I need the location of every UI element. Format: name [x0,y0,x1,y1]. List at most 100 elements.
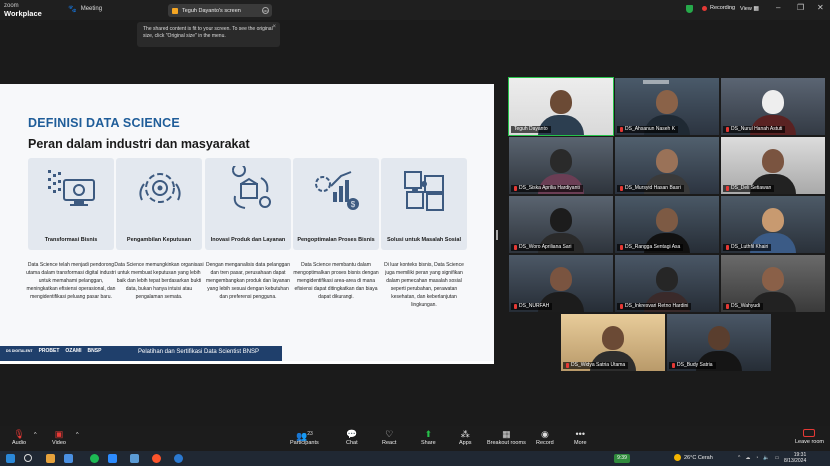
slide-footer-text: Pelatihan dan Sertifikasi Data Scientist… [138,349,260,355]
screen-share-indicator[interactable]: Teguh Dayanto's screen ••• [168,4,272,17]
more-options-icon[interactable]: ••• [262,7,269,14]
meeting-info-button[interactable]: 🐾 Meeting [68,5,102,13]
video-tile[interactable]: DS_Woro Apriliana Sari [509,196,613,253]
apps-button[interactable]: ⁂ Apps [459,429,472,446]
participant-face [550,208,572,232]
file-explorer-icon[interactable] [46,454,55,463]
share-button[interactable]: ⬆ Share [421,429,436,446]
muted-mic-icon [514,304,517,309]
record-button[interactable]: ◉ Record [536,429,554,446]
paw-icon: 🐾 [68,6,77,13]
video-button[interactable]: ▣ Video [52,429,66,446]
muted-mic-icon [672,363,675,368]
video-tile[interactable]: DS_Mursyid Hasan Basri [615,137,719,194]
video-tile[interactable]: DS_Inkresvari Retno Hardini [615,255,719,312]
card-description: Dengan menganalisis data pelanggan dan t… [206,262,290,300]
muted-mic-icon [566,363,569,368]
participant-name: DS_Luthfil Khairi [723,244,772,251]
card-pengambilan-keputusan: Pengambilan Keputusan [116,158,202,250]
video-tile[interactable]: DS_Widya Satria Utama [561,314,665,371]
participant-name: DS_Deli Setiawan [723,185,775,192]
wifi-icon[interactable]: ◔ [755,455,758,461]
taskbar-counter-badge[interactable]: 9:39 [614,454,630,463]
minimize-button[interactable]: – [776,3,780,12]
participant-name: DS_NURFAH [511,303,553,310]
security-shield-icon[interactable] [686,5,693,13]
decision-gears-icon [139,173,181,203]
video-tile[interactable]: DS_Siska Aprilia Hardiyanti [509,137,613,194]
video-tile[interactable]: DS_Budy Satria [667,314,771,371]
view-grid-icon: ▦ [753,6,760,12]
title-bar: zoom Workplace 🐾 Meeting Teguh Dayanto's… [0,0,830,20]
share-screen-icon: ⬆ [424,429,433,439]
restore-button[interactable]: ❐ [797,3,804,12]
spotify-icon[interactable] [90,454,99,463]
audio-button[interactable]: 🎙 Audio [12,429,26,446]
partner-logos: DS DIGITALENT PROBET OZAMI BNSP [6,348,101,354]
video-tile[interactable]: DS_Deli Setiawan [721,137,825,194]
recording-indicator[interactable]: Recording [702,5,735,11]
view-button[interactable]: View ▦ [740,5,759,12]
muted-mic-icon [726,304,729,309]
browser-icon[interactable] [174,454,183,463]
notice-close-icon[interactable]: × [272,24,276,31]
participants-button[interactable]: 👥23 Participants [290,429,319,446]
video-tile[interactable]: DS_Wahyudi [721,255,825,312]
zoom-window: zoom Workplace 🐾 Meeting Teguh Dayanto's… [0,0,830,466]
battery-icon[interactable]: ▭ [775,455,780,461]
camera-off-icon: ▣ [54,429,64,439]
participant-face [656,267,678,291]
panel-resize-handle[interactable] [496,230,498,240]
sun-icon [674,454,681,461]
card-label: Pengambilan Keputusan [126,237,192,243]
brave-browser-icon[interactable] [152,454,161,463]
card-description: Data Science telah menjadi pendorong uta… [26,262,116,300]
clock-date: 8/13/2024 [784,458,807,464]
windows-taskbar: 9:39 26°C Cerah ^ ☁ ◔ 🔈 ▭ 19:31 8/13/202… [0,451,830,466]
taskbar-clock[interactable]: 19:31 8/13/2024 [784,452,806,464]
muted-mic-icon [726,245,729,250]
zoom-app-icon[interactable] [108,454,117,463]
more-button[interactable]: ••• More [574,429,587,446]
participant-name: Teguh Dayanto [511,126,551,133]
slide-title: DEFINISI DATA SCIENCE [28,116,180,130]
meeting-label: Meeting [80,6,103,12]
innovation-box-icon [232,166,271,209]
chevron-up-icon[interactable]: ^ [738,455,740,461]
notice-text: The shared content is fit to your screen… [143,26,273,39]
muted-mic-icon [514,245,517,250]
video-tile[interactable]: DS_Nurul Hanah Astuti [721,78,825,135]
breakout-label: Breakout rooms [487,440,526,446]
process-optimization-icon: $ [315,171,359,210]
participant-name: DS_Siska Aprilia Hardiyanti [511,185,583,192]
search-icon[interactable] [24,454,32,462]
volume-icon[interactable]: 🔈 [763,455,769,461]
video-tile[interactable]: Teguh Dayanto [508,77,614,136]
video-tile[interactable]: DS_Ahsanun Naseh K [615,78,719,135]
participant-face [708,326,730,350]
participant-name: DS_Nurul Hanah Astuti [723,126,786,133]
chat-button[interactable]: 💬 Chat [346,429,358,446]
cloud-icon[interactable]: ☁ [745,455,750,461]
video-tile[interactable]: DS_NURFAH [509,255,613,312]
video-label: Video [52,440,66,446]
participant-face [602,326,624,350]
weather-widget[interactable]: 26°C Cerah [674,454,713,461]
card-description: Data Science membantu dalam mengoptimalk… [293,262,379,300]
video-options-chevron-icon[interactable]: ^ [76,432,79,438]
participant-name: DS_Wahyudi [723,303,763,310]
breakout-rooms-button[interactable]: ▦ Breakout rooms [487,429,526,446]
windows-start-icon[interactable] [6,454,15,463]
close-window-button[interactable]: ✕ [817,3,824,12]
participant-name: DS_Budy Satria [669,362,716,369]
leave-icon [803,429,816,437]
audio-options-chevron-icon[interactable]: ^ [34,432,37,438]
app-icon[interactable] [130,454,139,463]
card-pengoptimalan-proses: $ Pengoptimalan Proses Bisnis [293,158,379,250]
chat-icon: 💬 [346,429,358,439]
app-icon[interactable] [64,454,73,463]
video-tile[interactable]: DS_Rangga Sentagi Asa [615,196,719,253]
video-tile[interactable]: DS_Luthfil Khairi [721,196,825,253]
leave-room-button[interactable]: Leave room [795,429,824,445]
react-button[interactable]: ♡ React [382,429,396,446]
